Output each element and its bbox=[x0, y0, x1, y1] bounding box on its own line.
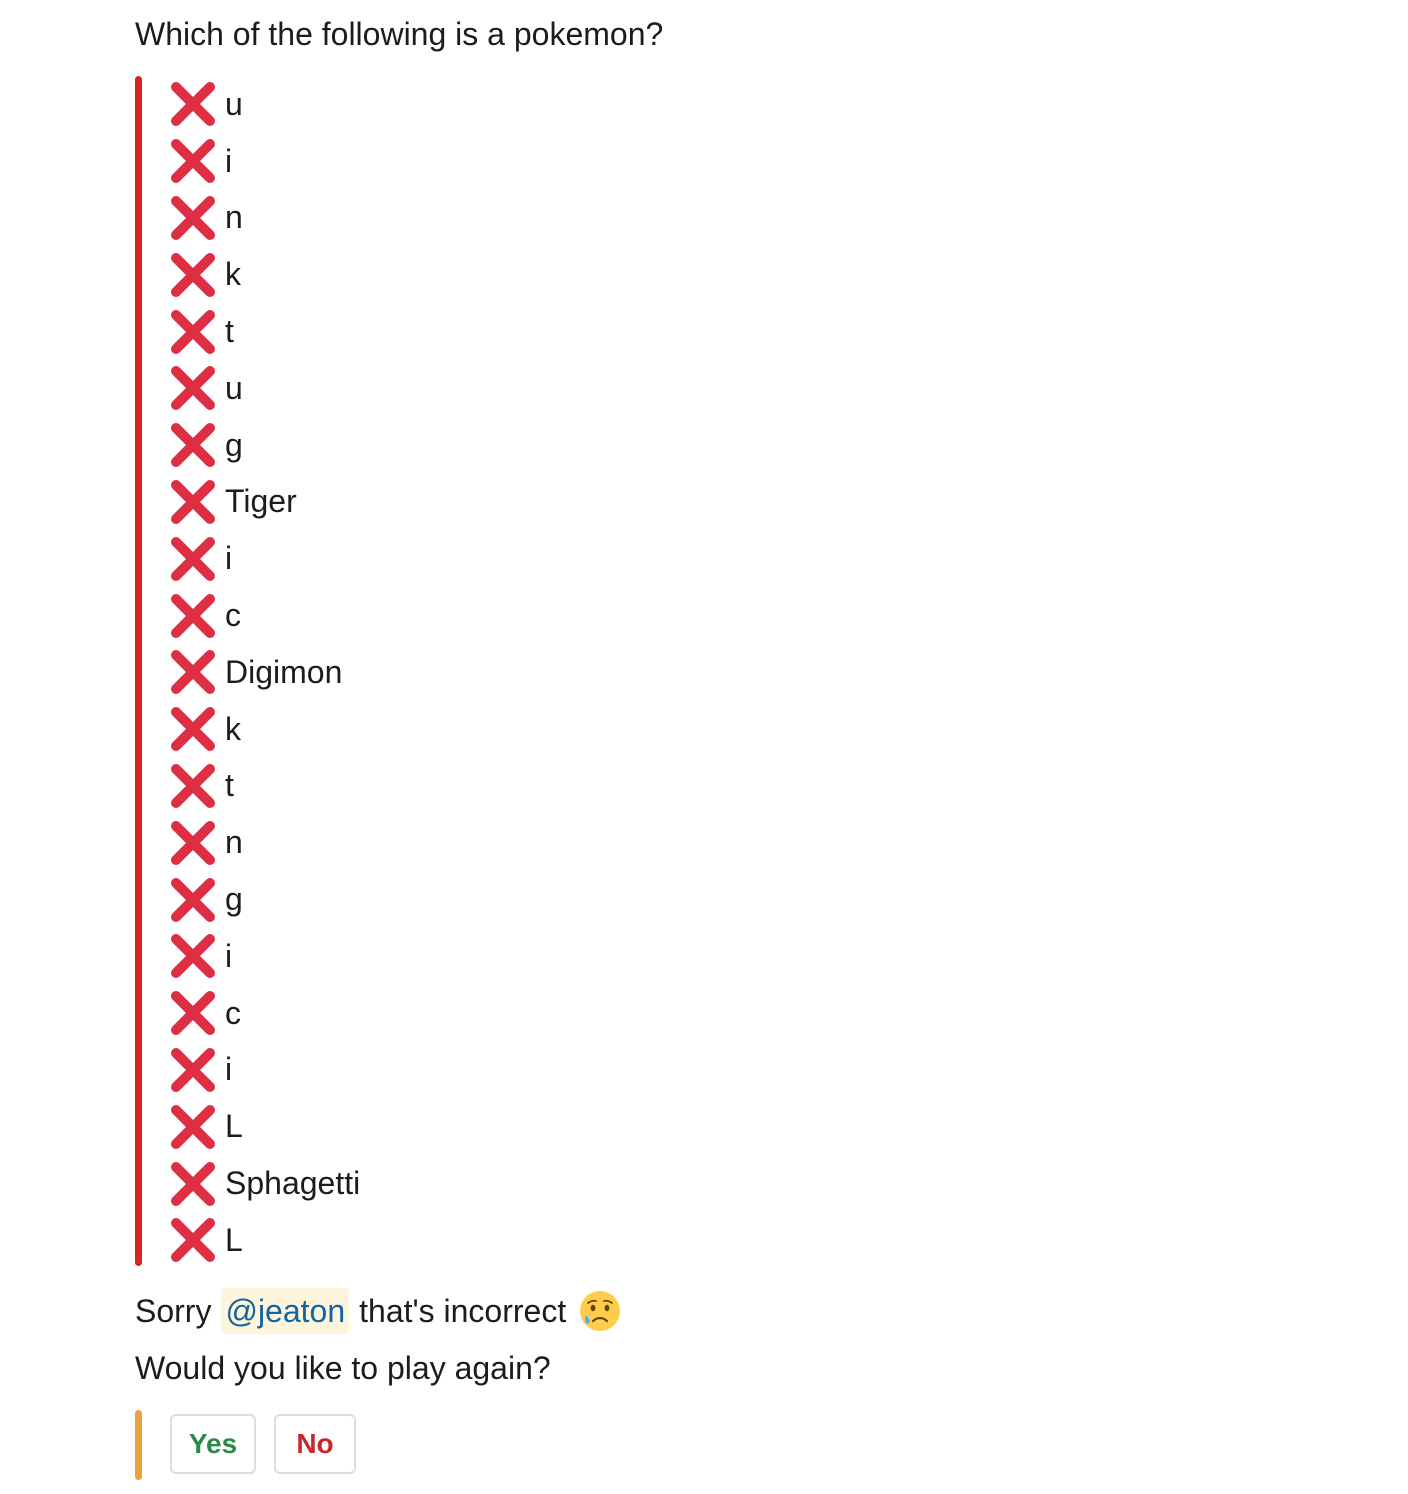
attachment-accent-bar bbox=[135, 76, 142, 1266]
cross-mark-icon bbox=[171, 763, 215, 808]
cross-mark-icon bbox=[171, 366, 215, 411]
no-button[interactable]: No bbox=[274, 1414, 356, 1474]
answer-option-label: c bbox=[225, 994, 241, 1031]
cross-mark-icon bbox=[171, 991, 215, 1036]
yes-button[interactable]: Yes bbox=[170, 1414, 256, 1474]
answer-options-list: u i n k t u g Tiger i c Digimon k t n g i c i L Sphagetti L bbox=[168, 76, 360, 1269]
answer-option-label: k bbox=[225, 256, 241, 293]
answer-option-label: g bbox=[225, 881, 243, 918]
answer-option: Digimon bbox=[168, 644, 360, 701]
answer-option: u bbox=[168, 76, 360, 133]
actions-accent-bar bbox=[135, 1410, 142, 1480]
cross-mark-icon bbox=[171, 1104, 215, 1149]
answer-option-label: L bbox=[225, 1221, 243, 1258]
result-prefix: Sorry bbox=[135, 1293, 212, 1329]
answer-option-label: i bbox=[225, 142, 233, 179]
cross-mark-icon bbox=[171, 423, 215, 468]
answer-option-label: k bbox=[225, 710, 241, 747]
cross-mark-icon bbox=[171, 479, 215, 524]
answer-option-label: L bbox=[225, 1108, 243, 1145]
cross-mark-icon bbox=[171, 1047, 215, 1092]
answer-option: Sphagetti bbox=[168, 1155, 360, 1212]
answer-option: n bbox=[168, 814, 360, 871]
answer-option: t bbox=[168, 758, 360, 815]
answers-attachment: u i n k t u g Tiger i c Digimon k t n g i c i L Sphagetti L bbox=[135, 76, 735, 1266]
answer-option: L bbox=[168, 1098, 360, 1155]
cross-mark-icon bbox=[171, 139, 215, 184]
answer-option: u bbox=[168, 360, 360, 417]
answer-option-label: g bbox=[225, 426, 243, 463]
cross-mark-icon bbox=[171, 1218, 215, 1263]
answer-option: i bbox=[168, 928, 360, 985]
cross-mark-icon bbox=[171, 934, 215, 979]
answer-option: i bbox=[168, 1042, 360, 1099]
answer-option-label: Sphagetti bbox=[225, 1165, 361, 1202]
answer-option-label: i bbox=[225, 937, 233, 974]
play-again-actions: Yes No bbox=[135, 1410, 535, 1480]
result-message: Sorry @jeaton that's incorrect bbox=[135, 1288, 622, 1334]
cross-mark-icon bbox=[171, 82, 215, 127]
answer-option-label: c bbox=[225, 597, 241, 634]
answer-option-label: u bbox=[225, 85, 243, 122]
answer-option-label: t bbox=[225, 313, 234, 350]
question-text: Which of the following is a pokemon? bbox=[135, 16, 664, 52]
answer-option: i bbox=[168, 133, 360, 190]
cross-mark-icon bbox=[171, 877, 215, 922]
answer-option-label: i bbox=[225, 540, 233, 577]
answer-option: Tiger bbox=[168, 474, 360, 531]
answer-option-label: i bbox=[225, 1051, 233, 1088]
cross-mark-icon bbox=[171, 309, 215, 354]
answer-option-label: Tiger bbox=[225, 483, 297, 520]
cross-mark-icon bbox=[171, 820, 215, 865]
cross-mark-icon bbox=[171, 593, 215, 638]
answer-option: g bbox=[168, 871, 360, 928]
answer-option: L bbox=[168, 1212, 360, 1269]
play-again-prompt: Would you like to play again? bbox=[135, 1350, 551, 1386]
answer-option: c bbox=[168, 587, 360, 644]
cross-mark-icon bbox=[171, 650, 215, 695]
answer-option: k bbox=[168, 246, 360, 303]
answer-option: c bbox=[168, 985, 360, 1042]
cross-mark-icon bbox=[171, 252, 215, 297]
cross-mark-icon bbox=[171, 707, 215, 752]
cross-mark-icon bbox=[171, 195, 215, 240]
answer-option-label: n bbox=[225, 199, 243, 236]
answer-option-label: u bbox=[225, 369, 243, 406]
answer-option-label: Digimon bbox=[225, 653, 343, 690]
answer-option: k bbox=[168, 701, 360, 758]
answer-option: n bbox=[168, 190, 360, 247]
answer-option: i bbox=[168, 530, 360, 587]
answer-option-label: t bbox=[225, 767, 234, 804]
cross-mark-icon bbox=[171, 536, 215, 581]
answer-option-label: n bbox=[225, 824, 243, 861]
answer-option: g bbox=[168, 417, 360, 474]
cross-mark-icon bbox=[171, 1161, 215, 1206]
answer-option: t bbox=[168, 303, 360, 360]
result-suffix: that's incorrect bbox=[359, 1293, 567, 1329]
user-mention[interactable]: @jeaton bbox=[221, 1288, 350, 1334]
sad-but-relieved-face-icon bbox=[580, 1291, 621, 1331]
